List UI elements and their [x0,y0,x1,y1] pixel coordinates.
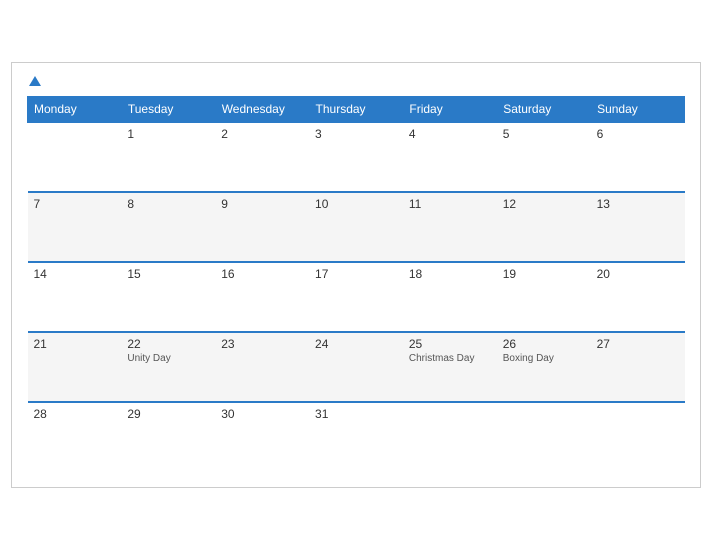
calendar-cell: 11 [403,192,497,262]
day-number: 19 [503,267,585,281]
calendar-cell: 29 [121,402,215,472]
calendar-cell: 6 [591,122,685,192]
day-number: 24 [315,337,397,351]
day-header-thursday: Thursday [309,97,403,123]
calendar-cell: 18 [403,262,497,332]
calendar-cell: 19 [497,262,591,332]
calendar-cell: 16 [215,262,309,332]
calendar-cell: 25 Christmas Day [403,332,497,402]
week-row-1: 789 10 11 12 13 [28,192,685,262]
day-number: 14 [34,267,116,281]
calendar-cell: 9 [215,192,309,262]
day-number: 25 [409,337,491,351]
day-number: 15 [127,267,209,281]
holiday-label: Unity Day [127,353,209,364]
calendar-cell: 14 [28,262,122,332]
calendar-cell: 4 [403,122,497,192]
calendar-cell: 3 [309,122,403,192]
logo [27,73,41,86]
calendar-cell: 23 [215,332,309,402]
calendar-cell: 12 [497,192,591,262]
holiday-label: Christmas Day [409,353,491,364]
calendar-cell: 13 [591,192,685,262]
calendar-cell [403,402,497,472]
calendar-cell: 31 [309,402,403,472]
day-number: 1 [127,127,209,141]
calendar-thead: MondayTuesdayWednesdayThursdayFridaySatu… [28,97,685,123]
calendar-cell: 15 [121,262,215,332]
day-number: 10 [315,197,397,211]
calendar-cell: 5 [497,122,591,192]
day-number: 28 [34,407,116,421]
day-number: 16 [221,267,303,281]
day-number: 29 [127,407,209,421]
calendar-cell: 2 [215,122,309,192]
day-number: 9 [221,197,303,211]
day-number: 20 [597,267,679,281]
calendar-cell: 24 [309,332,403,402]
week-row-2: 14 15 16 17 18 19 20 [28,262,685,332]
day-number: 23 [221,337,303,351]
day-number: 27 [597,337,679,351]
day-number: 12 [503,197,585,211]
day-header-wednesday: Wednesday [215,97,309,123]
calendar-cell: 27 [591,332,685,402]
day-number: 22 [127,337,209,351]
holiday-label: Boxing Day [503,353,585,364]
calendar-cell: 7 [28,192,122,262]
calendar-cell: 21 [28,332,122,402]
calendar-cell: 20 [591,262,685,332]
day-number: 11 [409,197,491,211]
day-header-sunday: Sunday [591,97,685,123]
day-number: 4 [409,127,491,141]
calendar-cell: 28 [28,402,122,472]
logo-general-text [27,73,41,86]
days-header-row: MondayTuesdayWednesdayThursdayFridaySatu… [28,97,685,123]
day-number: 30 [221,407,303,421]
calendar-cell: 30 [215,402,309,472]
day-number: 31 [315,407,397,421]
day-number: 3 [315,127,397,141]
calendar-container: MondayTuesdayWednesdayThursdayFridaySatu… [11,62,701,488]
day-number: 17 [315,267,397,281]
day-header-friday: Friday [403,97,497,123]
calendar-tbody: 12345678910111213141516171819202122Unity… [28,122,685,472]
day-number: 6 [597,127,679,141]
day-number: 21 [34,337,116,351]
calendar-cell: 22 Unity Day [121,332,215,402]
calendar-cell [28,122,122,192]
day-number: 2 [221,127,303,141]
week-row-3: 21 22 Unity Day 23 24 25 Christmas Day 26 Boxing… [28,332,685,402]
calendar-cell [591,402,685,472]
day-header-tuesday: Tuesday [121,97,215,123]
logo-triangle-icon [29,76,41,86]
calendar-cell: 26 Boxing Day [497,332,591,402]
calendar-cell: 1 [121,122,215,192]
week-row-0: 123456 [28,122,685,192]
day-header-saturday: Saturday [497,97,591,123]
calendar-grid: MondayTuesdayWednesdayThursdayFridaySatu… [27,96,685,472]
day-number: 8 [127,197,209,211]
day-number: 26 [503,337,585,351]
day-number: 7 [34,197,116,211]
calendar-cell: 8 [121,192,215,262]
week-row-4: 28 29 30 31 [28,402,685,472]
day-number: 5 [503,127,585,141]
calendar-cell: 10 [309,192,403,262]
calendar-header [27,73,685,86]
calendar-cell: 17 [309,262,403,332]
calendar-cell [497,402,591,472]
day-number: 18 [409,267,491,281]
day-header-monday: Monday [28,97,122,123]
day-number: 13 [597,197,679,211]
